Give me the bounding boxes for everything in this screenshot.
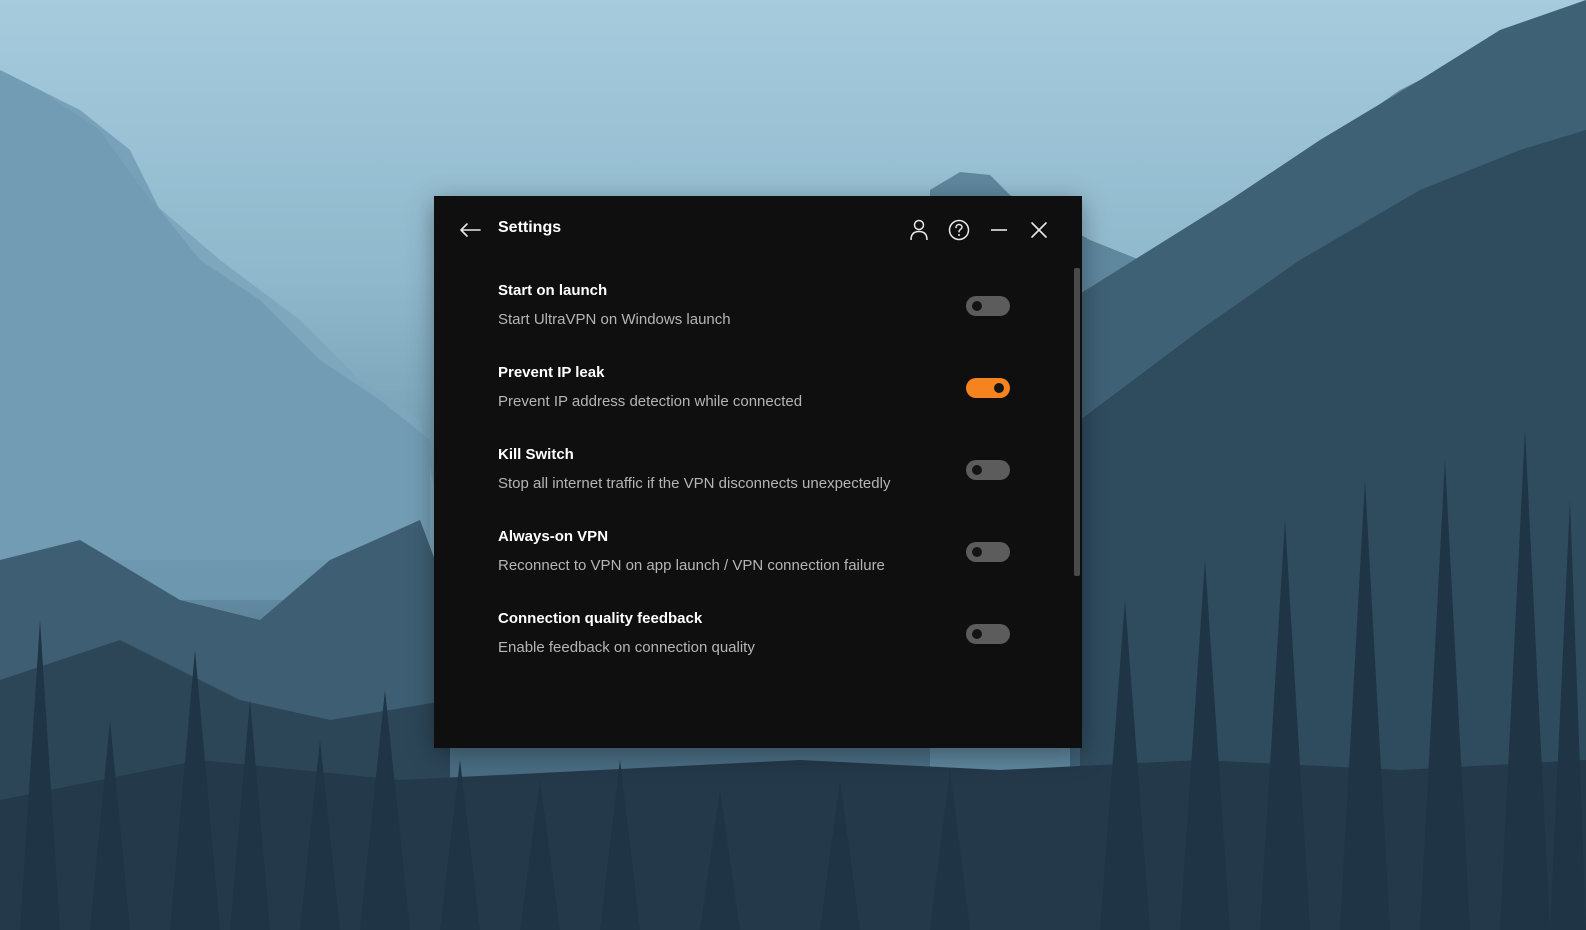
start-on-launch-toggle[interactable] <box>966 296 1010 316</box>
prevent-ip-leak-toggle[interactable] <box>966 378 1010 398</box>
user-icon <box>910 219 928 241</box>
toggle-knob <box>972 629 982 639</box>
setting-start-on-launch: Start on launch Start UltraVPN on Window… <box>434 276 1074 358</box>
setting-kill-switch: Kill Switch Stop all internet traffic if… <box>434 440 1074 522</box>
setting-always-on-vpn: Always-on VPN Reconnect to VPN on app la… <box>434 522 1074 604</box>
kill-switch-toggle[interactable] <box>966 460 1010 480</box>
setting-title: Kill Switch <box>498 446 574 463</box>
setting-title: Always-on VPN <box>498 528 609 545</box>
help-circle-icon <box>948 219 970 241</box>
setting-description: Stop all internet traffic if the VPN dis… <box>498 475 891 492</box>
close-icon <box>1031 222 1047 238</box>
minimize-icon <box>991 229 1007 231</box>
minimize-button[interactable] <box>985 216 1013 244</box>
toggle-knob <box>972 547 982 557</box>
connection-quality-feedback-toggle[interactable] <box>966 624 1010 644</box>
setting-description: Reconnect to VPN on app launch / VPN con… <box>498 557 885 574</box>
desktop-background: Settings Start on launch Start UltraVPN … <box>0 0 1586 930</box>
close-button[interactable] <box>1025 216 1053 244</box>
setting-connection-quality-feedback: Connection quality feedback Enable feedb… <box>434 604 1074 686</box>
help-button[interactable] <box>945 216 973 244</box>
setting-title: Connection quality feedback <box>498 610 703 627</box>
setting-title: Prevent IP leak <box>498 364 605 381</box>
always-on-vpn-toggle[interactable] <box>966 542 1010 562</box>
setting-description: Enable feedback on connection quality <box>498 639 755 656</box>
settings-list: Start on launch Start UltraVPN on Window… <box>434 276 1074 686</box>
setting-description: Prevent IP address detection while conne… <box>498 393 803 410</box>
settings-window: Settings Start on launch Start UltraVPN … <box>434 196 1082 748</box>
title-bar: Settings <box>434 196 1082 266</box>
toggle-knob <box>994 383 1004 393</box>
toggle-knob <box>972 465 982 475</box>
setting-title: Start on launch <box>498 282 608 299</box>
scrollbar-thumb[interactable] <box>1074 268 1080 576</box>
account-button[interactable] <box>905 216 933 244</box>
arrow-left-icon <box>460 223 481 237</box>
window-title: Settings <box>498 219 562 236</box>
toggle-knob <box>972 301 982 311</box>
back-button[interactable] <box>456 216 484 244</box>
setting-prevent-ip-leak: Prevent IP leak Prevent IP address detec… <box>434 358 1074 440</box>
setting-description: Start UltraVPN on Windows launch <box>498 311 731 328</box>
